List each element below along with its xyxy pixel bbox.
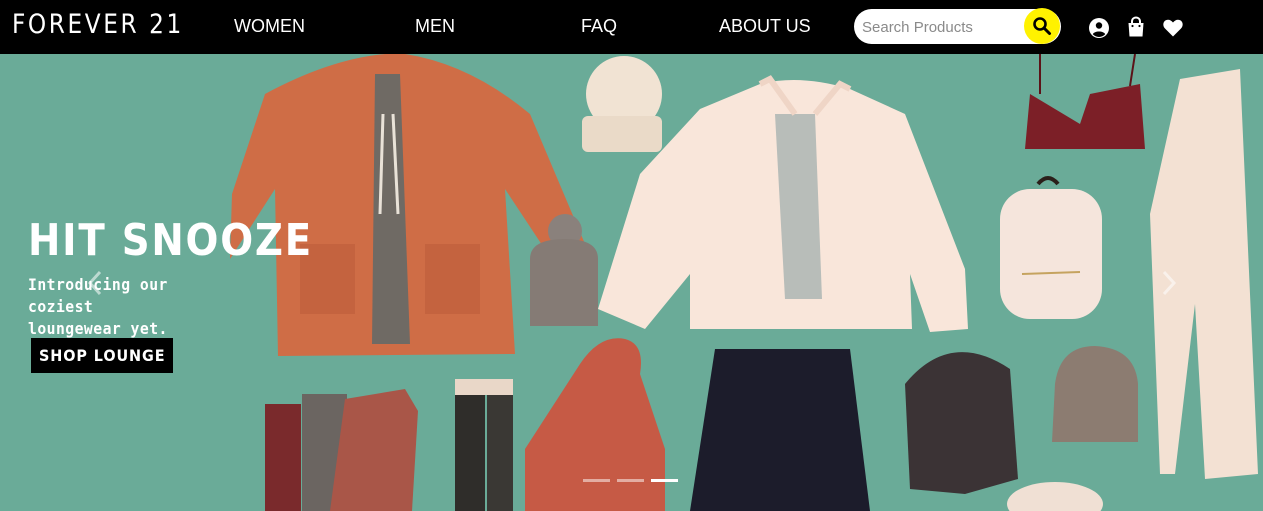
search-icon	[1033, 17, 1051, 35]
top-navbar: FOREVER 21 WOMEN MEN FAQ ABOUT US	[0, 0, 1263, 54]
carousel-next-arrow-icon[interactable]	[1160, 269, 1178, 297]
brown-beanie-image	[1052, 346, 1138, 442]
search-bar	[854, 8, 1061, 44]
user-account-icon[interactable]	[1088, 17, 1110, 39]
rust-hoodie-image	[525, 338, 665, 511]
shopping-bag-icon[interactable]	[1125, 16, 1147, 38]
burgundy-bralette-image	[1025, 54, 1145, 149]
navy-joggers-image	[690, 349, 870, 511]
nav-link-about-us[interactable]: ABOUT US	[719, 16, 811, 37]
carousel-indicator-2[interactable]	[617, 479, 644, 482]
hero-subline: Introducing our coziest loungewear yet.	[28, 274, 240, 340]
nav-link-men[interactable]: MEN	[415, 16, 455, 37]
hero-subline-line-2: loungewear yet.	[28, 319, 168, 338]
hero-headline: HIT SNOOZE	[28, 215, 313, 266]
dark-knit-hoodie-image	[905, 352, 1018, 494]
carousel-indicator-1[interactable]	[583, 479, 610, 482]
search-button[interactable]	[1024, 8, 1060, 44]
hero-banner[interactable]: HIT SNOOZE Introducing our coziest loung…	[0, 54, 1263, 511]
carousel-indicators	[583, 479, 678, 482]
shop-lounge-label: SHOP LOUNGE	[38, 346, 166, 365]
wishlist-heart-icon[interactable]	[1162, 17, 1184, 39]
cream-beanie-image	[582, 56, 662, 152]
nav-link-faq[interactable]: FAQ	[581, 16, 617, 37]
cream-backpack-image	[1000, 176, 1102, 319]
carousel-prev-arrow-icon[interactable]	[86, 269, 104, 297]
nav-link-women[interactable]: WOMEN	[234, 16, 305, 37]
brand-logo[interactable]: FOREVER 21	[12, 9, 184, 40]
hero-subline-line-1: Introducing our coziest	[28, 275, 168, 316]
shop-lounge-button[interactable]: SHOP LOUNGE	[31, 338, 173, 373]
faux-fur-slipper-image	[1007, 482, 1103, 511]
patterned-socks-image	[265, 379, 513, 511]
carousel-indicator-3[interactable]	[651, 479, 678, 482]
hero-copy: HIT SNOOZE Introducing our coziest loung…	[28, 217, 352, 340]
search-input[interactable]	[862, 17, 1022, 37]
